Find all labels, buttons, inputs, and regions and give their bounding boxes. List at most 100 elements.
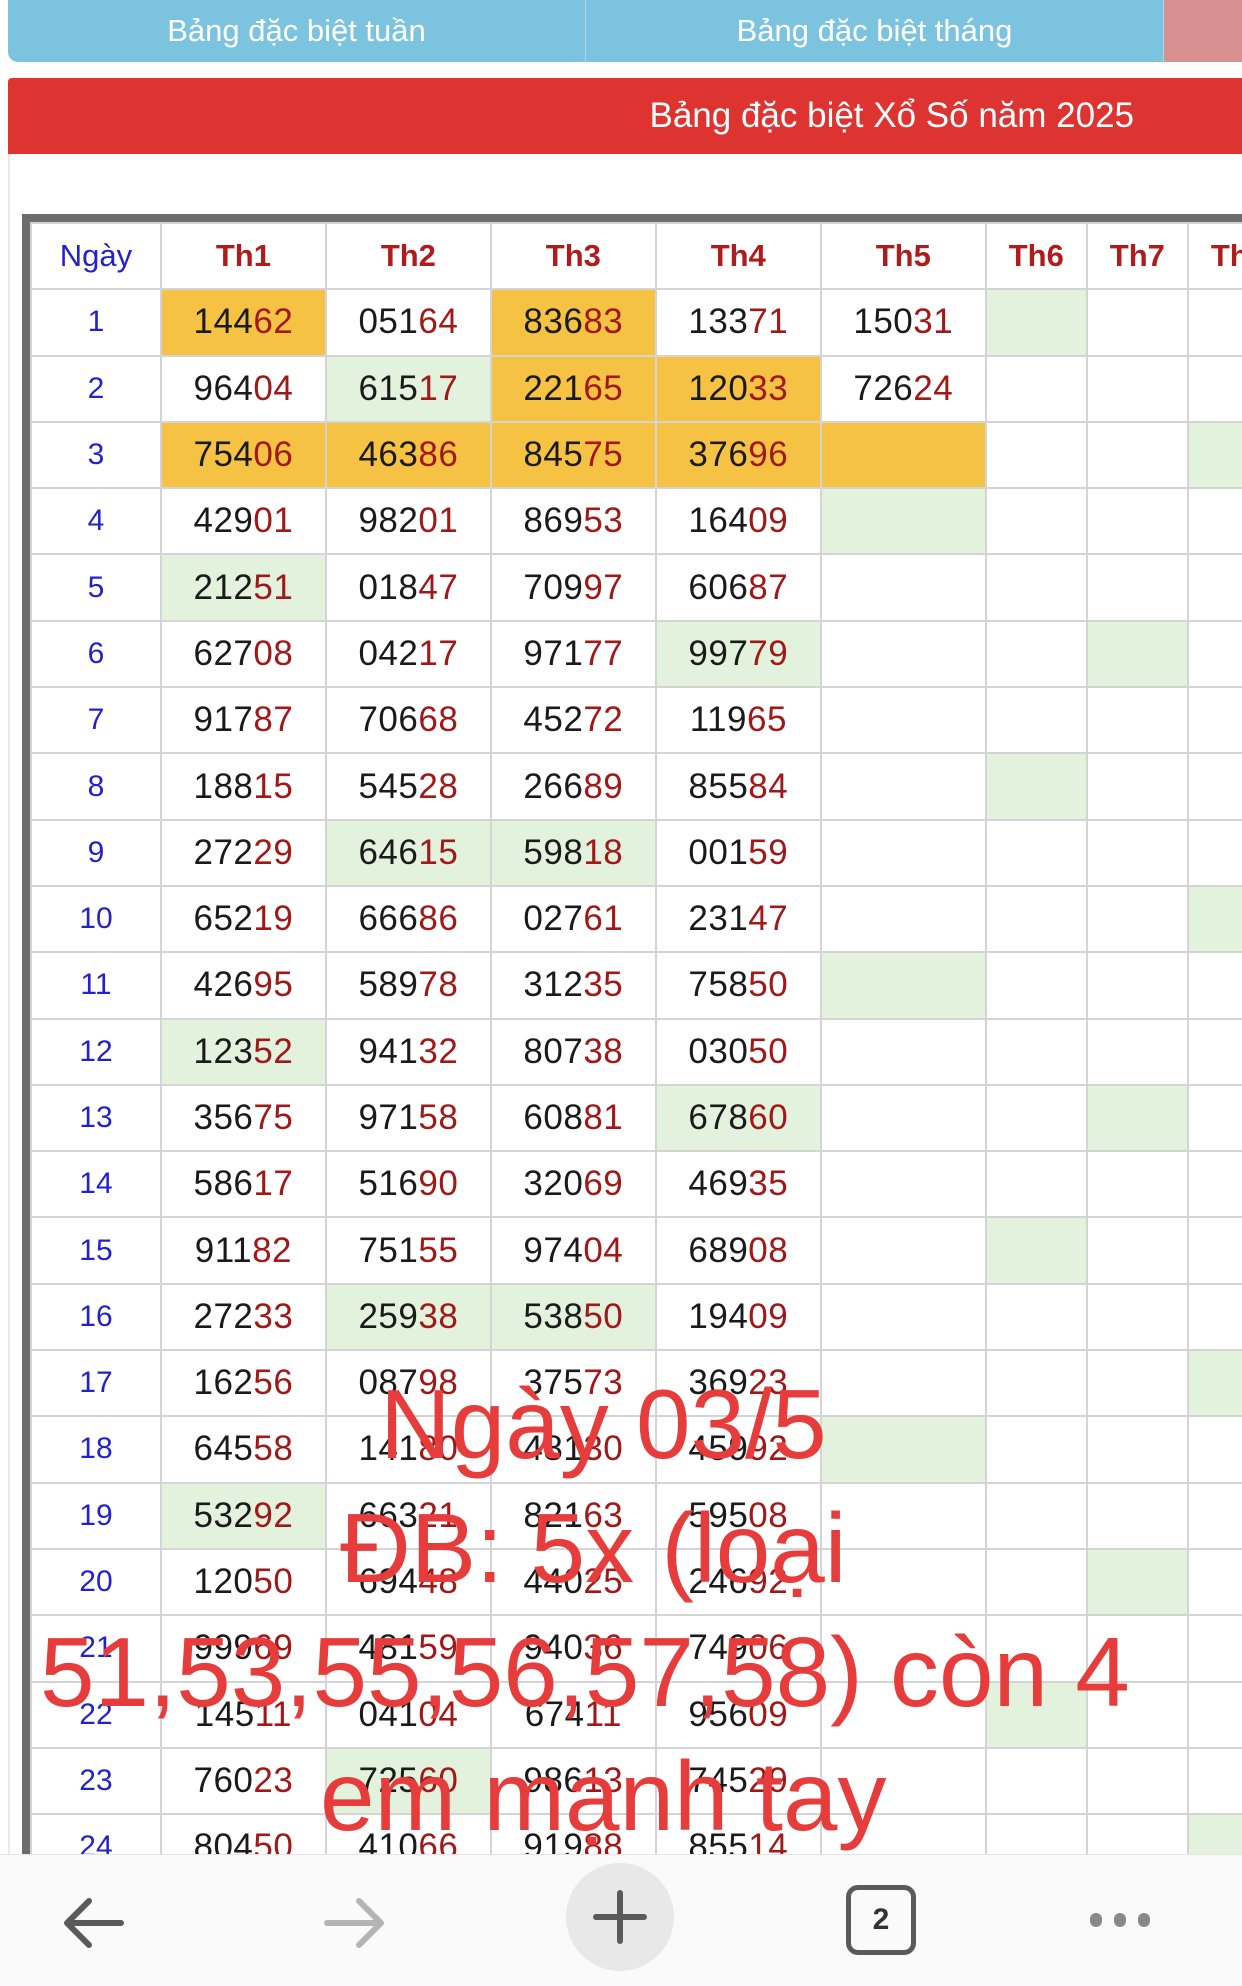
result-cell: 58978 [324, 951, 492, 1020]
result-tail-digits: 08 [253, 633, 294, 673]
result-cell [984, 288, 1088, 357]
result-cell: 48159 [324, 1614, 492, 1683]
result-cell: 99969 [159, 1614, 327, 1683]
result-cell: 53850 [489, 1282, 657, 1352]
tab-extra[interactable] [1164, 0, 1242, 62]
result-cell: 01847 [324, 553, 492, 622]
result-cell: 97158 [324, 1083, 492, 1153]
result-cell: 97404 [489, 1216, 657, 1285]
result-tail-digits: 35 [748, 1164, 789, 1204]
result-cell [1085, 1680, 1189, 1749]
result-tail-digits: 56 [253, 1363, 294, 1403]
result-cell [819, 1349, 987, 1418]
result-tail-digits: 01 [253, 501, 294, 541]
result-head-digits: 999 [193, 1628, 254, 1668]
result-cell: 70997 [489, 553, 657, 622]
result-head-digits: 725 [358, 1760, 419, 1800]
result-head-digits: 709 [523, 567, 584, 607]
browser-toolbar: 2 [0, 1854, 1242, 1986]
result-cell: 94036 [489, 1614, 657, 1683]
result-tail-digits: 50 [253, 1562, 294, 1602]
result-head-digits: 694 [358, 1562, 419, 1602]
table-row: 5 21251 01847 70997 60687 [30, 553, 1242, 622]
result-head-digits: 369 [688, 1363, 749, 1403]
result-cell: 41066 [324, 1813, 492, 1854]
day-cell: 11 [30, 951, 162, 1020]
result-tail-digits: 60 [418, 1760, 459, 1800]
result-tail-digits: 47 [748, 899, 789, 939]
result-cell [1186, 1481, 1242, 1550]
result-tail-digits: 11 [584, 1694, 622, 1734]
result-cell: 68908 [654, 1216, 822, 1285]
day-cell: 21 [30, 1614, 162, 1683]
column-header-month: Th7 [1085, 222, 1189, 291]
result-cell [1186, 354, 1242, 423]
result-cell: 14462 [159, 288, 327, 357]
day-cell: 3 [30, 420, 162, 490]
back-button[interactable] [52, 1881, 136, 1965]
day-cell: 8 [30, 752, 162, 821]
result-cell: 82163 [489, 1481, 657, 1550]
result-tail-digits: 59 [418, 1628, 459, 1668]
forward-button[interactable] [312, 1881, 396, 1965]
result-cell: 67411 [489, 1680, 657, 1749]
result-cell [984, 951, 1088, 1020]
result-cell: 85584 [654, 752, 822, 821]
result-tail-digits: 92 [748, 1429, 789, 1469]
result-cell: 64558 [159, 1415, 327, 1484]
result-cell [984, 1614, 1088, 1683]
table-row: 2 96404 61517 22165 12033 72624 [30, 354, 1242, 423]
more-menu-button[interactable] [1080, 1895, 1160, 1945]
tab-special-week[interactable]: Bảng đặc biệt tuần [8, 0, 586, 62]
result-cell [1186, 553, 1242, 622]
result-cell [819, 420, 987, 490]
result-cell [1085, 1746, 1189, 1816]
result-cell [1085, 288, 1189, 357]
result-head-digits: 845 [523, 435, 584, 475]
result-tail-digits: 30 [583, 1429, 624, 1469]
result-cell: 13371 [654, 288, 822, 357]
tab-switcher-button[interactable]: 2 [846, 1885, 916, 1955]
result-cell: 31235 [489, 951, 657, 1020]
result-cell [1186, 420, 1242, 490]
result-head-digits: 145 [194, 1694, 255, 1734]
result-cell: 58617 [159, 1150, 327, 1219]
new-tab-button[interactable] [566, 1863, 674, 1971]
result-tail-digits: 50 [583, 1296, 624, 1336]
result-cell [819, 1813, 987, 1854]
tab-special-month[interactable]: Bảng đặc biệt tháng [586, 0, 1164, 62]
table-header-row: NgàyTh1Th2Th3Th4Th5Th6Th7Th8 [30, 222, 1242, 291]
result-cell: 75155 [324, 1216, 492, 1285]
result-tail-digits: 73 [583, 1363, 624, 1403]
result-cell [819, 553, 987, 622]
result-head-digits: 940 [523, 1628, 584, 1668]
table-row: 22 14511 04104 67411 95609 [30, 1680, 1242, 1749]
result-tail-digits: 62 [253, 302, 294, 342]
result-cell: 48130 [489, 1415, 657, 1484]
result-cell: 86953 [489, 487, 657, 556]
result-head-digits: 041 [358, 1694, 419, 1734]
result-cell [1085, 818, 1189, 887]
result-cell: 59818 [489, 818, 657, 887]
result-cell [1085, 686, 1189, 755]
result-cell [984, 1282, 1088, 1352]
result-cell: 51690 [324, 1150, 492, 1219]
result-cell [1085, 1216, 1189, 1285]
result-head-digits: 150 [853, 302, 914, 342]
result-cell: 95609 [654, 1680, 822, 1749]
column-header-month: Th1 [159, 222, 327, 291]
result-head-digits: 760 [193, 1760, 254, 1800]
result-head-digits: 164 [688, 501, 749, 541]
result-tail-digits: 50 [748, 1031, 789, 1071]
result-tail-digits: 50 [748, 965, 789, 1005]
result-head-digits: 426 [193, 965, 254, 1005]
result-tail-digits: 14 [748, 1827, 789, 1854]
result-cell [1085, 884, 1189, 954]
result-cell [1186, 619, 1242, 689]
result-tail-digits: 71 [748, 302, 789, 342]
result-tail-digits: 29 [253, 832, 294, 872]
result-cell: 98201 [324, 487, 492, 556]
result-head-digits: 001 [688, 832, 749, 872]
result-cell [819, 1547, 987, 1617]
table-row: 23 76023 72560 98613 74529 [30, 1746, 1242, 1816]
